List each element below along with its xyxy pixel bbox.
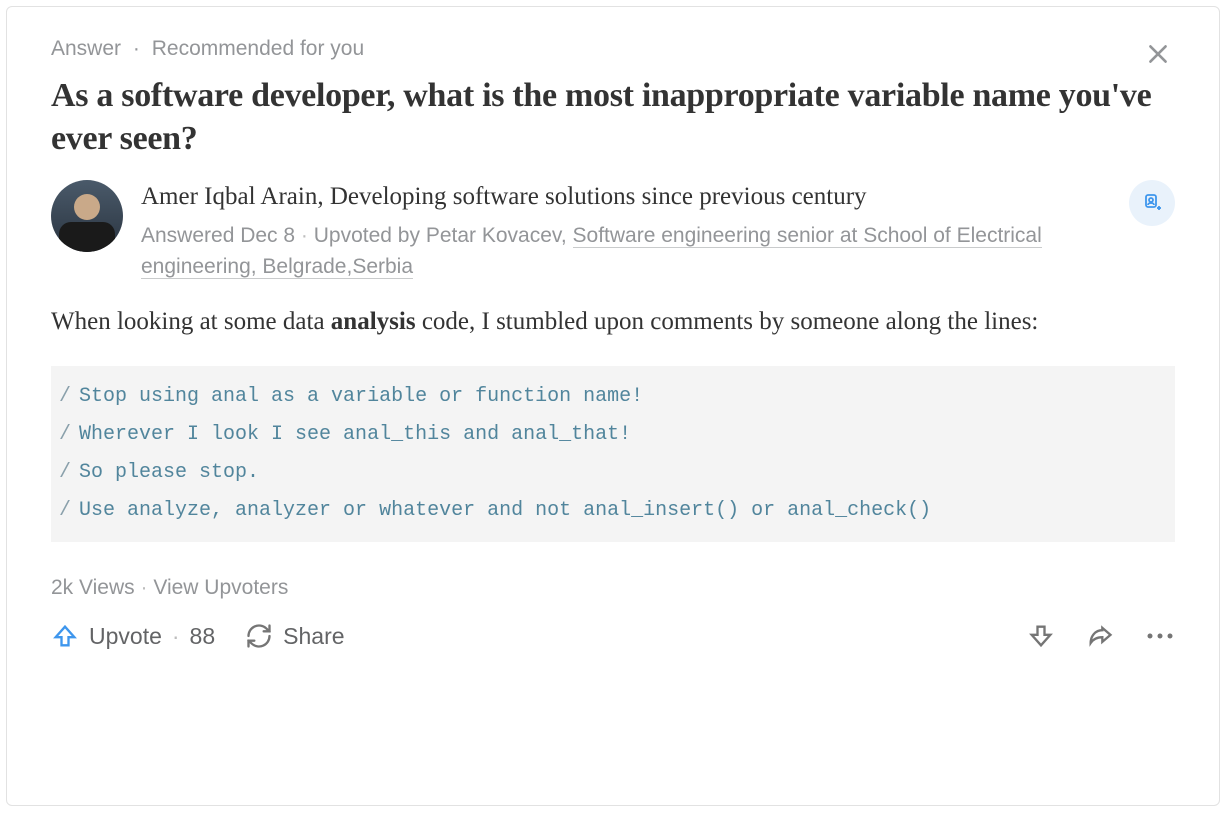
avatar[interactable] bbox=[51, 180, 123, 252]
follow-user-button[interactable] bbox=[1129, 180, 1175, 226]
code-block: /Stop using anal as a variable or functi… bbox=[51, 366, 1175, 542]
share-button[interactable]: Share bbox=[245, 622, 344, 650]
action-left: Upvote · 88 Share bbox=[51, 622, 345, 650]
separator-dot: · bbox=[133, 37, 140, 60]
upvoted-by-prefix: Upvoted by bbox=[314, 224, 426, 247]
upvote-icon bbox=[51, 622, 79, 650]
upvote-label: Upvote bbox=[89, 623, 162, 650]
more-icon bbox=[1145, 631, 1175, 641]
stats-line: 2k Views · View Upvoters bbox=[51, 576, 1175, 600]
separator-dot: · bbox=[172, 623, 180, 650]
header-row: Answer · Recommended for you bbox=[51, 37, 1175, 75]
reason-label: Recommended for you bbox=[152, 37, 364, 60]
separator-dot: · bbox=[141, 576, 154, 599]
answered-date[interactable]: Answered Dec 8 bbox=[141, 224, 295, 247]
code-line: /So please stop. bbox=[59, 454, 1159, 492]
close-button[interactable] bbox=[1141, 37, 1175, 71]
meta-line: Answer · Recommended for you bbox=[51, 37, 364, 61]
view-upvoters-link[interactable]: View Upvoters bbox=[153, 576, 288, 599]
share-arrow-icon bbox=[1085, 622, 1115, 650]
question-title[interactable]: As a software developer, what is the mos… bbox=[51, 75, 1175, 160]
upvote-count: 88 bbox=[190, 623, 216, 650]
upvoter-name[interactable]: Petar Kovacev bbox=[426, 224, 561, 247]
downvote-button[interactable] bbox=[1027, 622, 1055, 650]
answer-meta: Answered Dec 8 · Upvoted by Petar Kovace… bbox=[141, 220, 1111, 283]
answer-body: When looking at some data analysis code,… bbox=[51, 303, 1175, 341]
recycle-icon bbox=[245, 622, 273, 650]
action-right bbox=[1027, 622, 1175, 650]
more-button[interactable] bbox=[1145, 631, 1175, 641]
answer-card: Answer · Recommended for you As a softwa… bbox=[6, 6, 1220, 806]
body-bold: analysis bbox=[331, 308, 416, 335]
downvote-icon bbox=[1027, 622, 1055, 650]
upvote-button[interactable]: Upvote · 88 bbox=[51, 622, 215, 650]
user-plus-icon bbox=[1140, 191, 1164, 215]
code-line: /Stop using anal as a variable or functi… bbox=[59, 378, 1159, 416]
author-text: Amer Iqbal Arain, Developing software so… bbox=[141, 180, 1111, 283]
forward-button[interactable] bbox=[1085, 622, 1115, 650]
comma: , bbox=[317, 183, 330, 210]
author-tagline: Developing software solutions since prev… bbox=[330, 183, 867, 210]
category-label[interactable]: Answer bbox=[51, 37, 121, 60]
body-pre: When looking at some data bbox=[51, 308, 331, 335]
action-bar: Upvote · 88 Share bbox=[51, 622, 1175, 650]
code-line: /Wherever I look I see anal_this and ana… bbox=[59, 416, 1159, 454]
separator-dot: · bbox=[301, 224, 314, 247]
code-line: /Use analyze, analyzer or whatever and n… bbox=[59, 492, 1159, 530]
author-name[interactable]: Amer Iqbal Arain bbox=[141, 183, 317, 210]
view-count: 2k Views bbox=[51, 576, 135, 599]
close-icon bbox=[1145, 41, 1171, 67]
author-row: Amer Iqbal Arain, Developing software so… bbox=[51, 180, 1175, 283]
body-post: code, I stumbled upon comments by someon… bbox=[416, 308, 1039, 335]
author-name-line: Amer Iqbal Arain, Developing software so… bbox=[141, 180, 1111, 214]
share-label: Share bbox=[283, 623, 344, 650]
